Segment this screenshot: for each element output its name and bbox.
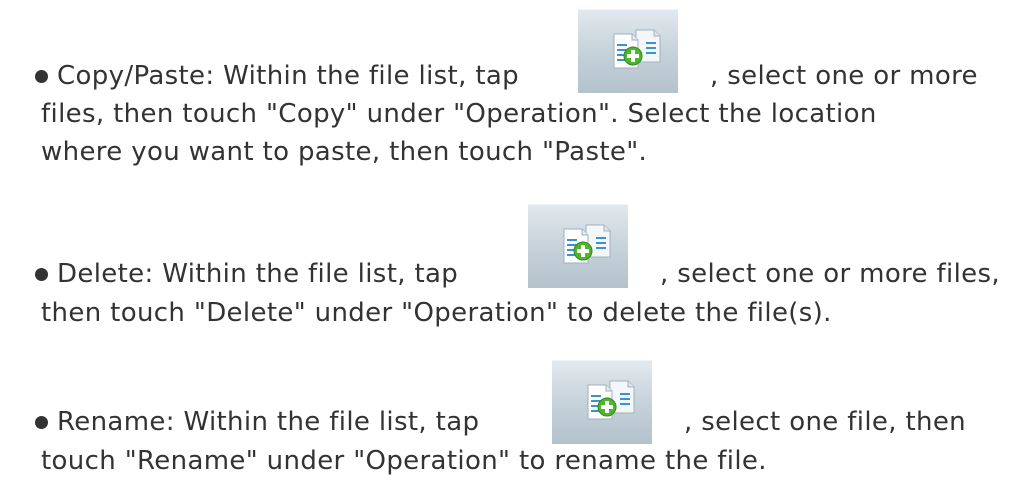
item-line-1: Copy/Paste: Within the file list, tap xyxy=(57,59,519,93)
item-line-1: Rename: Within the file list, tap xyxy=(57,405,479,439)
bullet xyxy=(35,416,48,429)
item-text-after-icon: , select one file, then xyxy=(684,407,967,437)
multi-select-files-icon xyxy=(587,380,635,420)
multi-select-button[interactable] xyxy=(552,360,652,444)
item-text-before-icon: Rename: Within the file list, tap xyxy=(57,407,480,437)
multi-select-files-icon xyxy=(563,224,611,264)
multi-select-files-icon xyxy=(613,29,661,69)
multi-select-button[interactable] xyxy=(528,204,628,288)
item-text-after-icon: , select one or more xyxy=(710,61,978,91)
multi-select-button[interactable] xyxy=(578,9,678,93)
item-text-before-icon: Copy/Paste: Within the file list, tap xyxy=(57,61,520,91)
item-line-2: then touch "Delete" under "Operation" to… xyxy=(41,298,832,328)
item-text-after-icon: , select one or more files, xyxy=(660,259,1001,289)
bullet xyxy=(35,268,48,281)
item-text-before-icon: Delete: Within the file list, tap xyxy=(57,259,459,289)
item-line-3: where you want to paste, then touch "Pas… xyxy=(41,137,648,167)
item-line-2: touch "Rename" under "Operation" to rena… xyxy=(41,446,767,476)
item-line-1-after: , select one or more xyxy=(710,59,978,93)
bullet xyxy=(35,70,48,83)
item-line-1: Delete: Within the file list, tap xyxy=(57,257,458,291)
item-line-2: files, then touch "Copy" under "Operatio… xyxy=(41,99,877,129)
item-line-1-after: , select one or more files, xyxy=(660,257,1000,291)
item-line-1-after: , select one file, then xyxy=(684,405,966,439)
